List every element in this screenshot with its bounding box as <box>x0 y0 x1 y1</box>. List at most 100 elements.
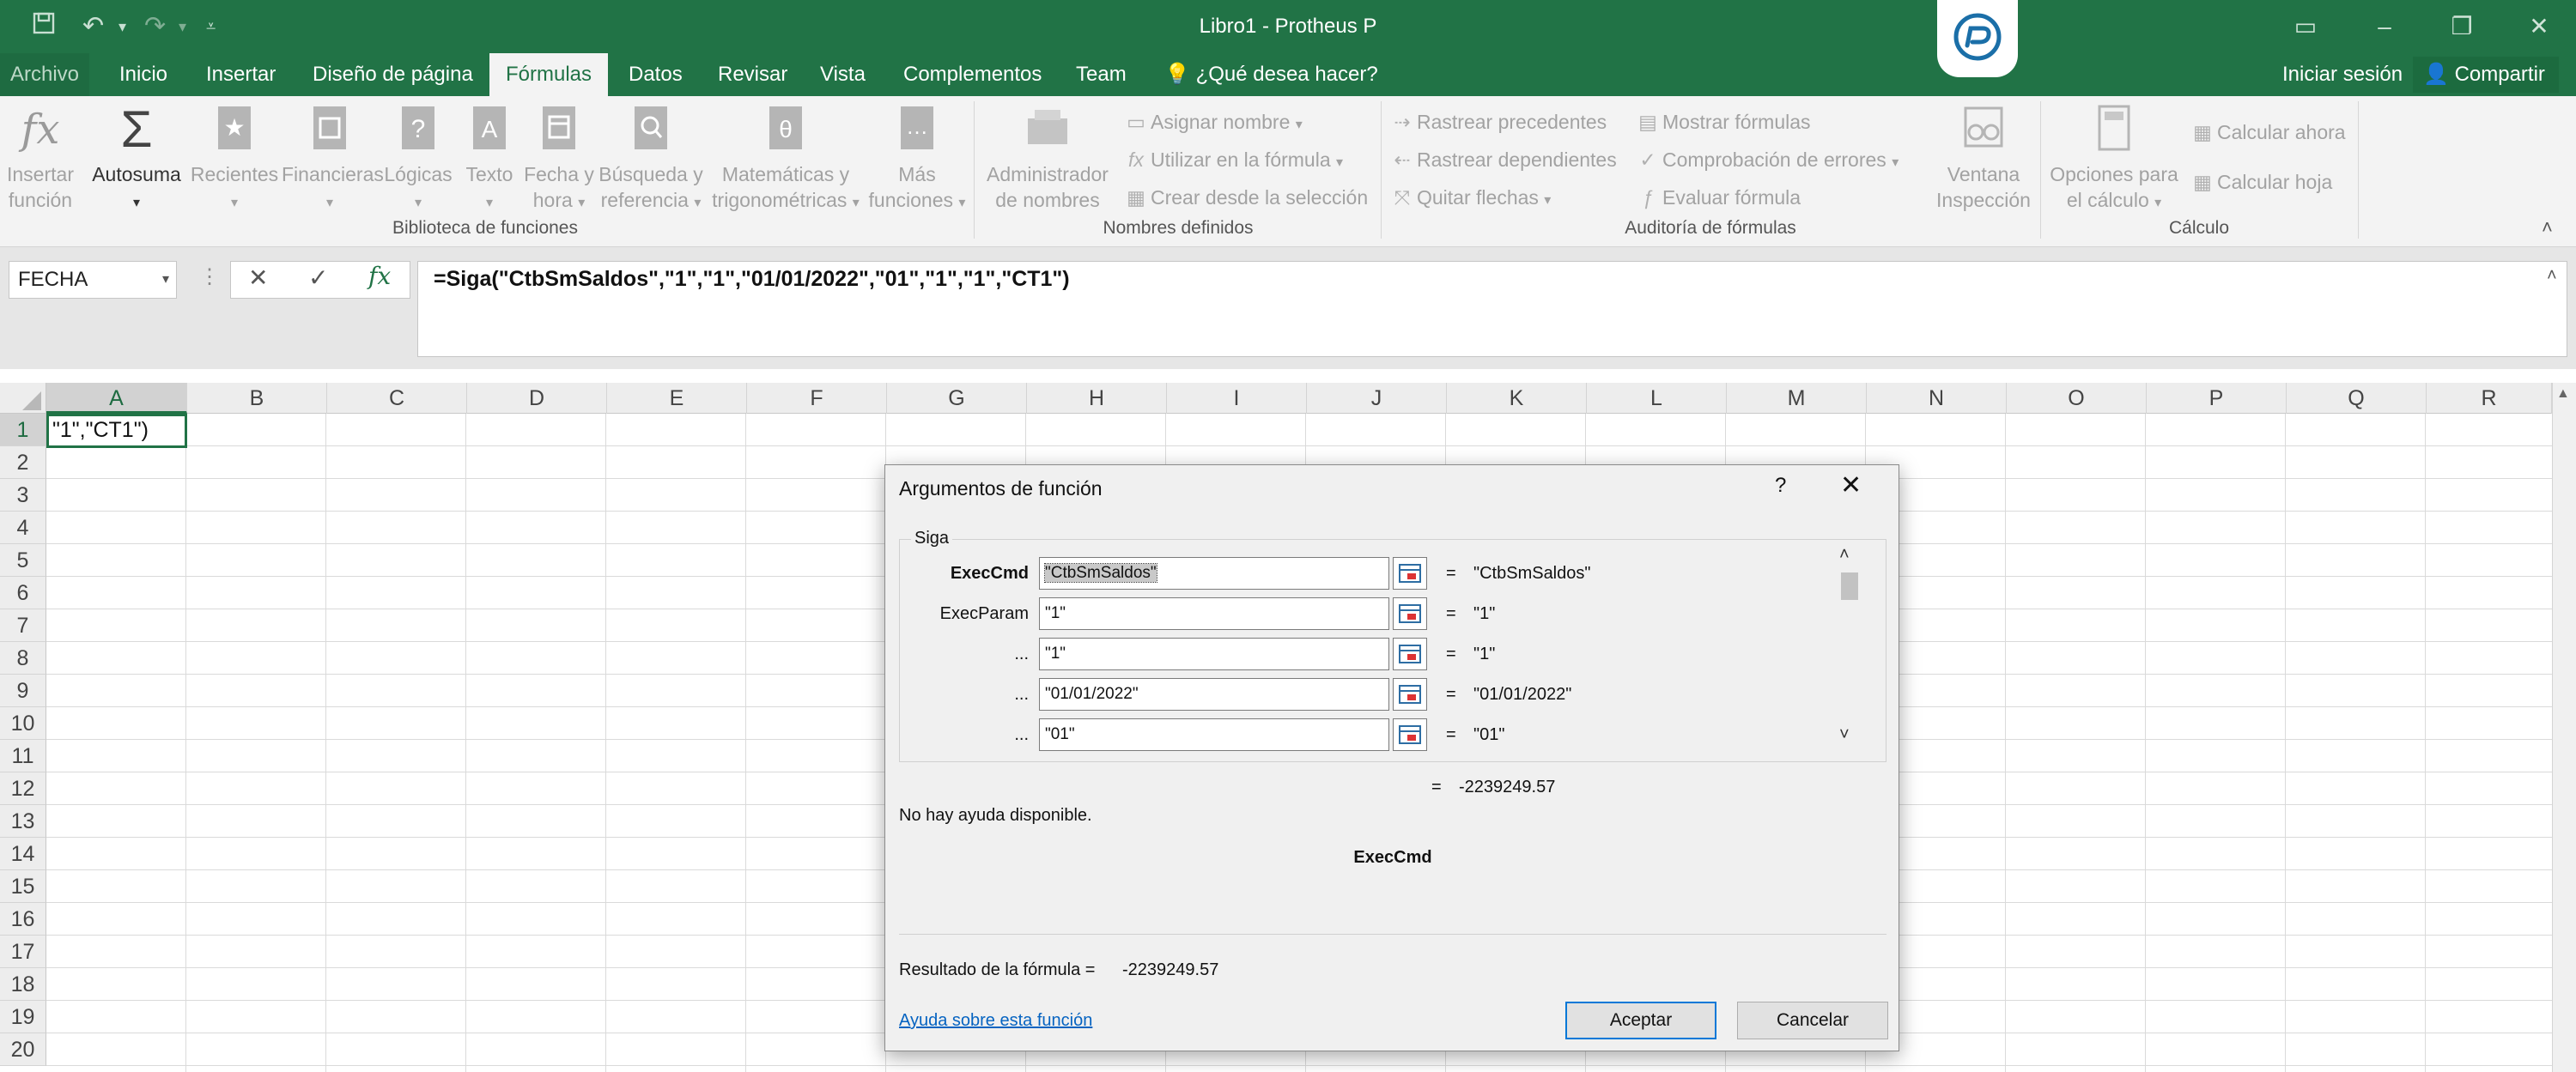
collapse-ribbon-icon[interactable]: ˄ <box>2542 216 2553 239</box>
select-all-corner[interactable] <box>0 383 46 414</box>
minimize-button[interactable]: – <box>2365 7 2404 46</box>
name-manager-button[interactable]: Administrador de nombres <box>981 103 1115 213</box>
collapse-dialog-icon[interactable] <box>1393 638 1427 670</box>
column-header-c[interactable]: C <box>327 383 467 414</box>
collapse-dialog-icon[interactable] <box>1393 718 1427 751</box>
insert-function-icon[interactable]: fx <box>368 262 391 290</box>
sign-in-link[interactable]: Iniciar sesión <box>2282 53 2403 96</box>
column-header-b[interactable]: B <box>187 383 327 414</box>
use-in-formula-button[interactable]: fx Utilizar en la fórmula ▾ <box>1121 142 1343 180</box>
share-button[interactable]: 👤 Compartir <box>2413 57 2559 93</box>
collapse-dialog-icon[interactable] <box>1393 557 1427 590</box>
confirm-entry-icon[interactable]: ✓ <box>308 263 328 292</box>
vertical-scrollbar[interactable]: ▲ <box>2552 383 2576 1072</box>
column-header-d[interactable]: D <box>467 383 607 414</box>
scroll-up-icon[interactable]: ˄ <box>1839 545 1850 565</box>
calculate-now-button[interactable]: ▦ Calcular ahora <box>2188 115 2345 149</box>
column-header-r[interactable]: R <box>2427 383 2552 414</box>
create-from-selection-button[interactable]: ▦ Crear desde la selección <box>1121 180 1368 215</box>
row-header-12[interactable]: 12 <box>0 772 46 805</box>
show-formulas-button[interactable]: ▤ Mostrar fórmulas <box>1633 105 1810 139</box>
row-header-18[interactable]: 18 <box>0 968 46 1001</box>
calc-options-button[interactable]: Opciones para el cálculo ▾ <box>2044 103 2184 216</box>
row-header-10[interactable]: 10 <box>0 707 46 740</box>
cancel-button[interactable]: Cancelar <box>1737 1002 1888 1039</box>
column-header-f[interactable]: F <box>747 383 887 414</box>
row-header-19[interactable]: 19 <box>0 1001 46 1033</box>
row-header-4[interactable]: 4 <box>0 512 46 544</box>
define-name-button[interactable]: ▭ Asignar nombre ▾ <box>1121 105 1303 142</box>
evaluate-formula-button[interactable]: ƒ Evaluar fórmula <box>1633 180 1801 215</box>
insert-function-button[interactable]: fx Insertar función <box>3 103 77 213</box>
tab-view[interactable]: Vista <box>810 53 876 96</box>
watch-window-button[interactable]: Ventana Inspección <box>1918 103 2049 213</box>
column-header-l[interactable]: L <box>1587 383 1727 414</box>
tab-formulas[interactable]: Fórmulas <box>489 53 608 96</box>
row-header-7[interactable]: 7 <box>0 609 46 642</box>
row-header-5[interactable]: 5 <box>0 544 46 577</box>
arg-input-3[interactable]: "1" <box>1039 638 1389 670</box>
help-on-function-link[interactable]: Ayuda sobre esta función <box>899 1011 1092 1031</box>
name-box[interactable]: FECHA ▾ <box>9 261 177 299</box>
row-header-16[interactable]: 16 <box>0 903 46 936</box>
tab-addins[interactable]: Complementos <box>893 53 1052 96</box>
text-functions-button[interactable]: A Texto ▾ <box>459 103 520 216</box>
restore-button[interactable]: ❐ <box>2442 7 2482 46</box>
error-checking-button[interactable]: ✓ Comprobación de errores ▾ <box>1633 142 1899 180</box>
tab-file[interactable]: Archivo <box>0 53 89 96</box>
datetime-functions-button[interactable]: Fecha y hora ▾ <box>522 103 596 216</box>
formula-input[interactable]: =Siga("CtbSmSaldos","1","1","01/01/2022"… <box>417 261 2567 357</box>
row-header-13[interactable]: 13 <box>0 805 46 838</box>
row-header-17[interactable]: 17 <box>0 936 46 968</box>
column-header-k[interactable]: K <box>1447 383 1587 414</box>
column-header-j[interactable]: J <box>1307 383 1447 414</box>
row-header-1[interactable]: 1 <box>0 414 46 446</box>
column-header-n[interactable]: N <box>1867 383 2007 414</box>
ribbon-display-options-icon[interactable]: ▭ <box>2286 7 2325 46</box>
column-header-p[interactable]: P <box>2147 383 2287 414</box>
row-header-6[interactable]: 6 <box>0 577 46 609</box>
scroll-up-icon[interactable]: ▲ <box>2556 386 2570 402</box>
column-header-o[interactable]: O <box>2007 383 2147 414</box>
scroll-thumb[interactable] <box>1841 572 1858 600</box>
autosum-button[interactable]: Σ Autosuma ▾ <box>89 103 184 216</box>
column-header-g[interactable]: G <box>887 383 1027 414</box>
scroll-down-icon[interactable]: ˅ <box>1839 725 1850 745</box>
close-window-button[interactable]: ✕ <box>2519 7 2559 46</box>
name-box-dropdown-icon[interactable]: ▾ <box>162 262 169 298</box>
column-header-h[interactable]: H <box>1027 383 1167 414</box>
tab-insert[interactable]: Insertar <box>196 53 286 96</box>
math-functions-button[interactable]: θ Matemáticas y trigonométricas ▾ <box>706 103 866 216</box>
dialog-help-button[interactable]: ? <box>1775 474 1786 498</box>
row-header-20[interactable]: 20 <box>0 1033 46 1066</box>
remove-arrows-button[interactable]: ⤧ Quitar flechas ▾ <box>1388 180 1552 218</box>
collapse-dialog-icon[interactable] <box>1393 597 1427 630</box>
arg-input-5[interactable]: "01" <box>1039 718 1389 751</box>
arg-input-execcmd[interactable]: "CtbSmSaldos" <box>1039 557 1389 590</box>
lookup-functions-button[interactable]: Búsqueda y referencia ▾ <box>596 103 706 216</box>
row-header-14[interactable]: 14 <box>0 838 46 870</box>
arg-input-execparam[interactable]: "1" <box>1039 597 1389 630</box>
column-header-e[interactable]: E <box>607 383 747 414</box>
tab-home[interactable]: Inicio <box>109 53 178 96</box>
cancel-entry-icon[interactable]: ✕ <box>248 263 268 292</box>
expand-formula-bar-icon[interactable]: ˄ <box>2547 266 2557 286</box>
active-cell-a1[interactable]: "1","CT1") <box>46 414 187 448</box>
more-functions-button[interactable]: … Más funciones ▾ <box>866 103 969 216</box>
trace-dependents-button[interactable]: ⇠ Rastrear dependientes <box>1388 142 1616 177</box>
tab-review[interactable]: Revisar <box>708 53 798 96</box>
arg-input-4[interactable]: "01/01/2022" <box>1039 678 1389 711</box>
column-header-q[interactable]: Q <box>2287 383 2427 414</box>
tab-page-layout[interactable]: Diseño de página <box>302 53 483 96</box>
row-header-15[interactable]: 15 <box>0 870 46 903</box>
row-header-8[interactable]: 8 <box>0 642 46 675</box>
collapse-dialog-icon[interactable] <box>1393 678 1427 711</box>
column-header-i[interactable]: I <box>1167 383 1307 414</box>
calculate-sheet-button[interactable]: ▦ Calcular hoja <box>2188 165 2332 199</box>
trace-precedents-button[interactable]: ⇢ Rastrear precedentes <box>1388 105 1607 139</box>
ok-button[interactable]: Aceptar <box>1565 1002 1716 1039</box>
tab-data[interactable]: Datos <box>618 53 693 96</box>
column-header-a[interactable]: A <box>46 383 187 414</box>
row-header-9[interactable]: 9 <box>0 675 46 707</box>
row-header-3[interactable]: 3 <box>0 479 46 512</box>
